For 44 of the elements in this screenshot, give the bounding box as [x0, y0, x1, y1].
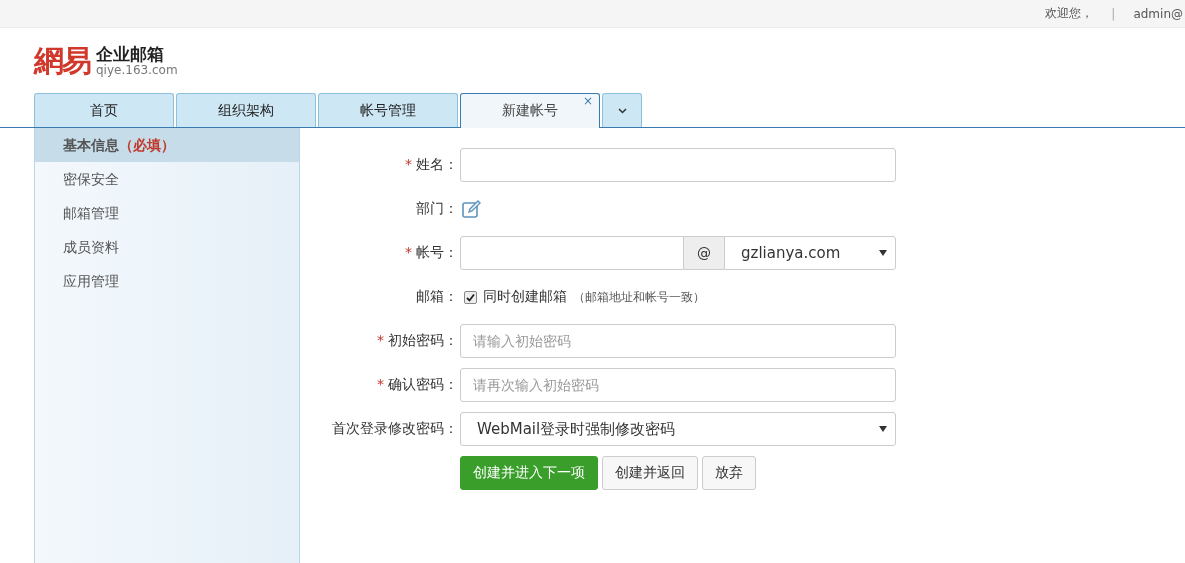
checkbox-note: （邮箱地址和帐号一致） [573, 288, 705, 306]
user-name[interactable]: admin@ [1133, 6, 1183, 21]
sidebar-item[interactable]: 成员资料 [35, 230, 299, 264]
checkbox-label: 同时创建邮箱 [483, 288, 567, 306]
edit-icon[interactable] [462, 200, 482, 218]
text-field[interactable]: 请输入初始密码 [460, 324, 896, 358]
field-label: 邮箱： [416, 288, 458, 304]
field-label: 姓名： [416, 156, 458, 172]
caret-icon [879, 426, 887, 432]
form-button[interactable]: 创建并返回 [602, 456, 698, 490]
separator: | [1111, 6, 1116, 21]
sidebar-item[interactable]: 基本信息（必填） [35, 128, 299, 162]
field-label: 初始密码： [388, 332, 458, 348]
field-label: 帐号： [416, 244, 458, 260]
domain-select[interactable]: gzlianya.com [724, 236, 896, 270]
required-mark: * [405, 244, 412, 260]
tab[interactable]: 首页 [34, 93, 174, 127]
account-field[interactable] [460, 236, 684, 270]
required-mark: * [377, 376, 384, 392]
product-domain: qiye.163.com [96, 63, 178, 77]
required-mark: * [405, 156, 412, 172]
tab[interactable]: 新建帐号 × [460, 93, 600, 128]
checkbox[interactable] [464, 290, 477, 304]
form-button[interactable]: 放弃 [702, 456, 756, 490]
select-field[interactable]: WebMail登录时强制修改密码 [460, 412, 896, 446]
sidebar-item[interactable]: 邮箱管理 [35, 196, 299, 230]
field-label: 确认密码： [388, 376, 458, 392]
text-field[interactable] [460, 148, 896, 182]
sidebar-item[interactable]: 密保安全 [35, 162, 299, 196]
welcome-text: 欢迎您， [1045, 5, 1094, 22]
more-tabs-button[interactable] [602, 93, 642, 127]
close-icon[interactable]: × [582, 95, 593, 107]
text-field[interactable]: 请再次输入初始密码 [460, 368, 896, 402]
required-mark: * [377, 332, 384, 348]
tab[interactable]: 组织架构 [176, 93, 316, 127]
caret-icon [879, 250, 887, 256]
field-label: 首次登录修改密码： [332, 420, 458, 436]
field-label: 部门： [416, 200, 458, 216]
at-sign: @ [684, 236, 724, 270]
chevron-icon [617, 107, 627, 114]
sidebar-item[interactable]: 应用管理 [35, 264, 299, 298]
product-name: 企业邮箱 [96, 45, 164, 64]
tab[interactable]: 帐号管理 [318, 93, 458, 127]
logo-mark: 網易 [34, 46, 90, 76]
